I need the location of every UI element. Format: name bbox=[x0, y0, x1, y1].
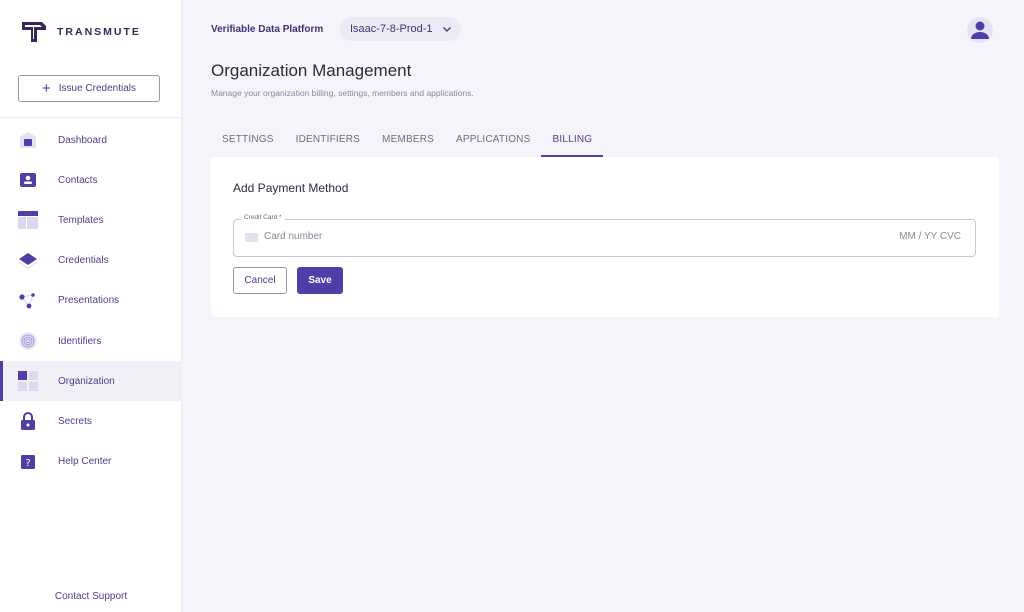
cancel-button[interactable]: Cancel bbox=[233, 267, 287, 294]
card-number-input[interactable]: Card number bbox=[264, 231, 322, 242]
transmute-logo-icon bbox=[22, 22, 46, 42]
environment-name: Isaac-7-8-Prod-1 bbox=[350, 23, 433, 35]
contact-card-icon bbox=[18, 170, 38, 190]
sidebar-item-templates[interactable]: Templates bbox=[0, 200, 182, 240]
credential-icon bbox=[18, 251, 38, 271]
environment-selector[interactable]: Isaac-7-8-Prod-1 bbox=[340, 17, 461, 41]
tab-settings[interactable]: SETTINGS bbox=[211, 124, 285, 157]
help-icon: ? bbox=[18, 452, 38, 472]
sidebar-item-help-center[interactable]: ? Help Center bbox=[0, 442, 182, 482]
tab-bar: SETTINGS IDENTIFIERS MEMBERS APPLICATION… bbox=[211, 124, 604, 157]
save-button[interactable]: Save bbox=[297, 267, 343, 294]
sidebar-item-label: Secrets bbox=[58, 415, 92, 427]
sidebar-item-label: Organization bbox=[58, 375, 115, 387]
fingerprint-icon bbox=[18, 331, 38, 351]
page-title: Organization Management bbox=[211, 61, 412, 80]
svg-text:?: ? bbox=[25, 458, 30, 469]
sidebar-item-label: Help Center bbox=[58, 456, 112, 468]
home-icon bbox=[18, 130, 38, 150]
expiry-cvc-input[interactable]: MM / YY CVC bbox=[899, 231, 961, 242]
sidebar-item-label: Identifiers bbox=[58, 335, 102, 347]
lock-icon bbox=[18, 411, 38, 431]
sidebar-item-dashboard[interactable]: Dashboard bbox=[0, 120, 182, 160]
sidebar-nav: Dashboard Contacts Templates Credentials… bbox=[0, 120, 182, 482]
credit-card-icon bbox=[245, 233, 258, 242]
sidebar-item-contacts[interactable]: Contacts bbox=[0, 160, 182, 200]
organization-icon bbox=[18, 371, 38, 392]
credit-card-label: Credit Card * bbox=[241, 214, 285, 221]
sidebar-divider bbox=[0, 117, 182, 118]
page-subtitle: Manage your organization billing, settin… bbox=[211, 88, 474, 98]
sidebar: TRANSMUTE + Issue Credentials Dashboard … bbox=[0, 0, 182, 612]
tab-members[interactable]: MEMBERS bbox=[371, 124, 445, 157]
sidebar-item-presentations[interactable]: Presentations bbox=[0, 281, 182, 321]
sidebar-item-label: Credentials bbox=[58, 255, 109, 267]
sidebar-item-organization[interactable]: Organization bbox=[0, 361, 182, 402]
sidebar-item-secrets[interactable]: Secrets bbox=[0, 401, 182, 441]
plus-icon: + bbox=[41, 80, 51, 97]
sidebar-item-label: Contacts bbox=[58, 174, 98, 186]
chevron-down-icon bbox=[442, 23, 451, 35]
user-icon bbox=[971, 21, 989, 39]
form-title: Add Payment Method bbox=[233, 181, 349, 195]
issue-credentials-label: Issue Credentials bbox=[58, 83, 137, 94]
sidebar-item-credentials[interactable]: Credentials bbox=[0, 241, 182, 281]
issue-credentials-button[interactable]: + Issue Credentials bbox=[18, 75, 160, 102]
presentation-icon bbox=[18, 291, 38, 311]
sidebar-item-label: Dashboard bbox=[58, 134, 107, 146]
tab-identifiers[interactable]: IDENTIFIERS bbox=[285, 124, 371, 157]
sidebar-item-identifiers[interactable]: Identifiers bbox=[0, 321, 182, 361]
tab-billing[interactable]: BILLING bbox=[541, 124, 604, 157]
tab-applications[interactable]: APPLICATIONS bbox=[445, 124, 541, 157]
brand-name: TRANSMUTE bbox=[57, 26, 141, 38]
contact-support-link[interactable]: Contact Support bbox=[0, 591, 182, 602]
user-avatar[interactable] bbox=[967, 17, 993, 43]
platform-title: Verifiable Data Platform bbox=[211, 24, 324, 35]
payment-method-card: Add Payment Method Credit Card * Card nu… bbox=[211, 157, 999, 317]
sidebar-item-label: Presentations bbox=[58, 295, 120, 307]
template-icon bbox=[18, 210, 38, 230]
brand-logo[interactable]: TRANSMUTE bbox=[20, 20, 141, 44]
credit-card-field[interactable]: Credit Card * Card number MM / YY CVC bbox=[233, 214, 976, 257]
sidebar-item-label: Templates bbox=[58, 214, 104, 226]
